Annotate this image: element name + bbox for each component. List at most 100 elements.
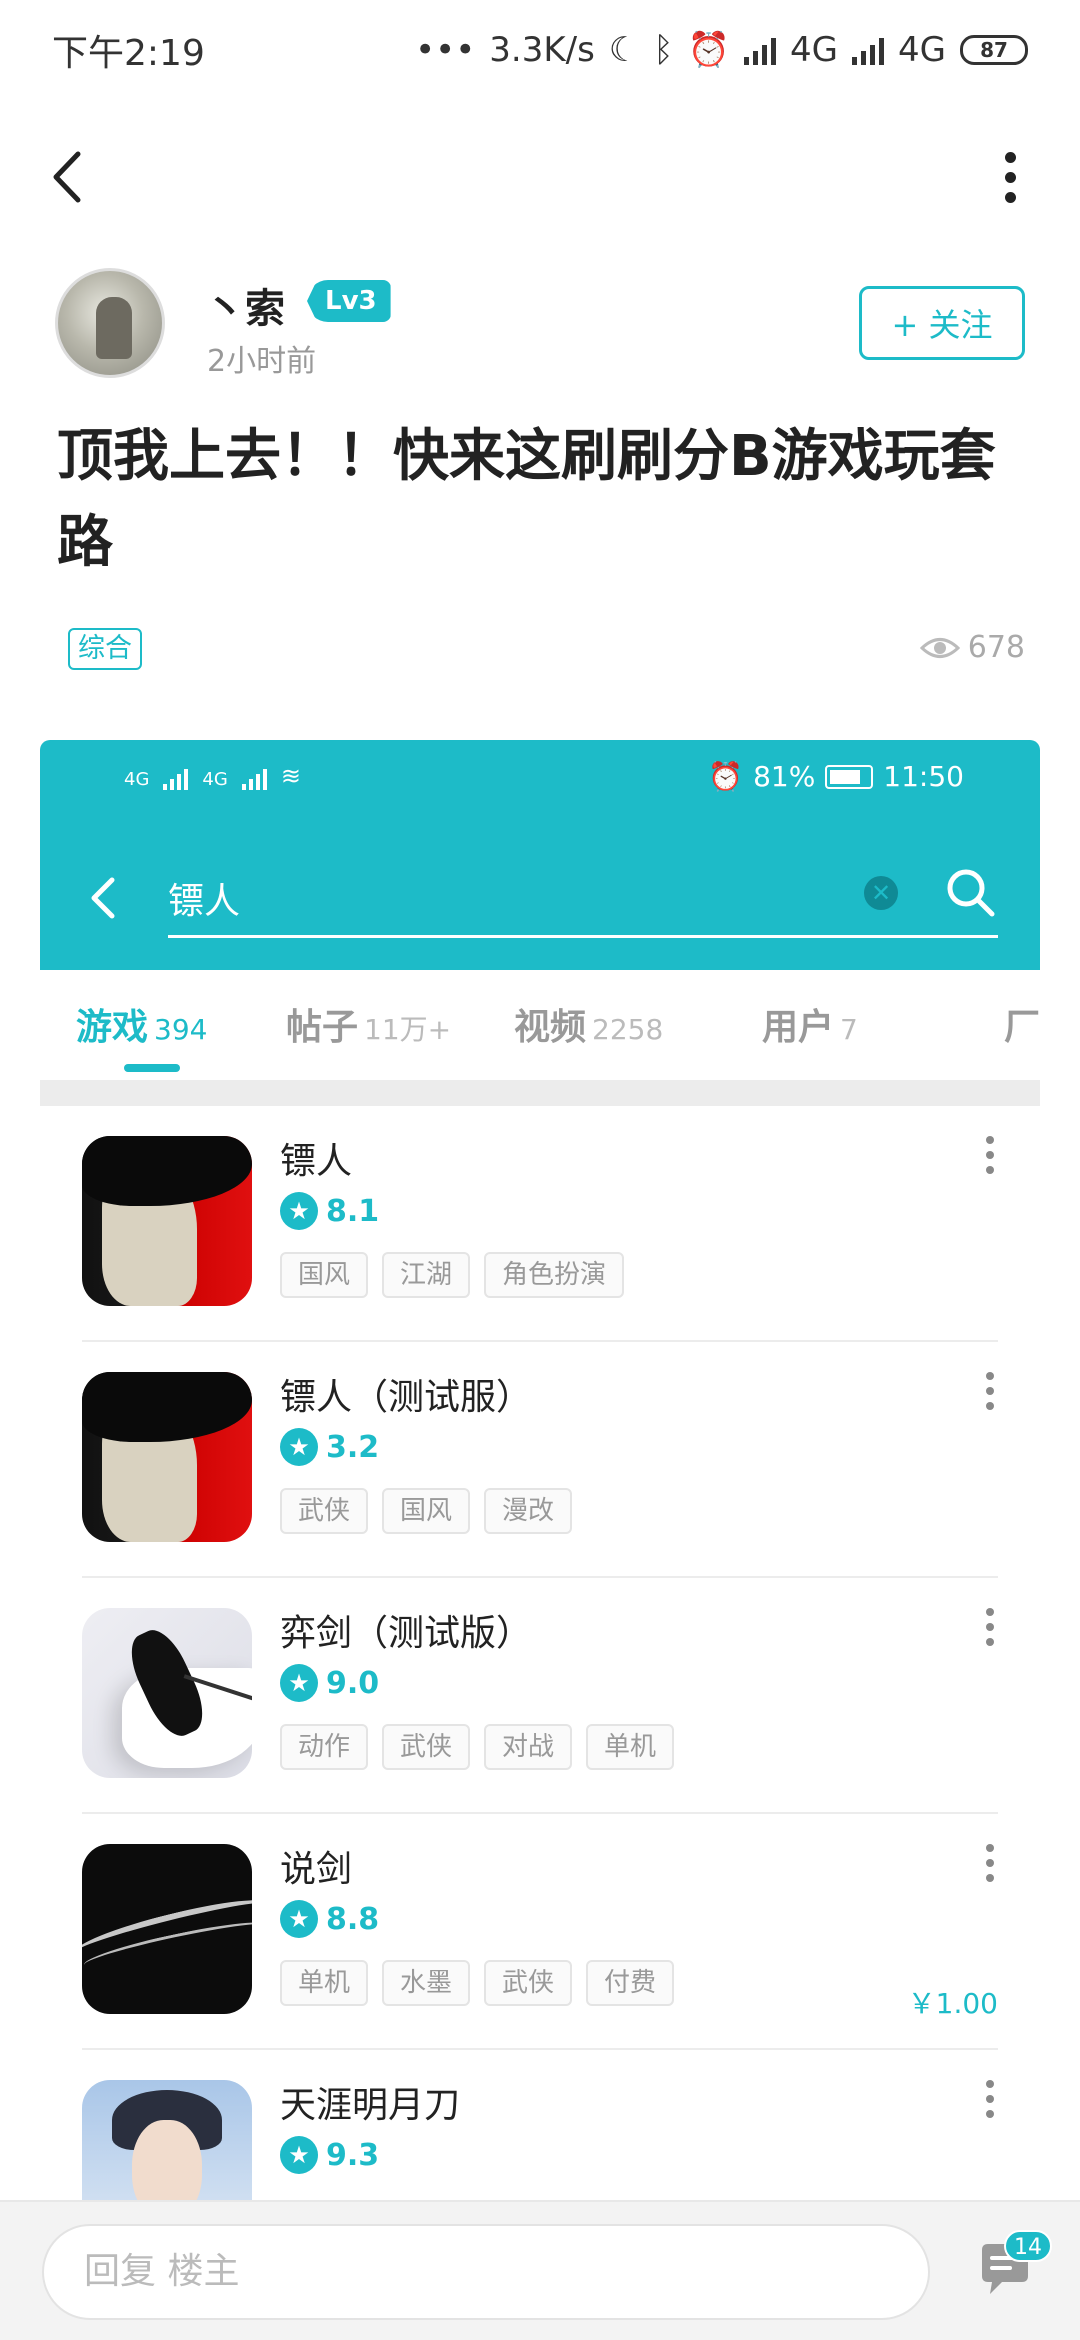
clear-icon: ✕ bbox=[864, 876, 898, 910]
row-more-icon bbox=[980, 1136, 1000, 1186]
screenshot-alarm-icon: ⏰ bbox=[708, 760, 744, 793]
game-icon-biaoren-test bbox=[82, 1372, 252, 1542]
tab-posts: 帖子 11万+ bbox=[286, 1007, 452, 1048]
tab-underline bbox=[124, 1064, 180, 1072]
screenshot-battery-level: 81% bbox=[753, 760, 816, 793]
post-time: 2小时前 bbox=[207, 344, 317, 379]
author-name[interactable]: 丶索 bbox=[205, 276, 285, 334]
alarm-icon: ⏰ bbox=[687, 30, 731, 70]
bluetooth-icon: ᛒ bbox=[653, 30, 674, 70]
game-icon-yijian bbox=[82, 1608, 252, 1778]
list-item: 天涯明月刀 ★ 9.3 bbox=[40, 2050, 1040, 2200]
post-title: 顶我上去！！快来这刷刷分B游戏玩套路 bbox=[57, 424, 996, 575]
game-tag: 武侠 bbox=[280, 1488, 369, 1534]
game-tags: 动作 武侠 对战 单机 bbox=[280, 1724, 675, 1770]
game-rating: ★ 9.0 bbox=[280, 1664, 379, 1702]
eye-icon bbox=[919, 637, 960, 658]
star-icon: ★ bbox=[280, 1900, 318, 1938]
tab-videos: 视频 2258 bbox=[514, 1007, 664, 1048]
game-rating: ★ 3.2 bbox=[280, 1428, 379, 1466]
game-name: 天涯明月刀 bbox=[280, 2085, 461, 2126]
star-icon: ★ bbox=[280, 2136, 318, 2174]
screenshot-battery-icon bbox=[825, 764, 874, 789]
game-price: ￥1.00 bbox=[907, 1987, 998, 2020]
view-count: 678 bbox=[919, 630, 1025, 665]
row-more-icon bbox=[980, 1608, 1000, 1658]
list-item: 弈剑（测试版） ★ 9.0 动作 武侠 对战 单机 bbox=[40, 1578, 1040, 1814]
game-tag: 水墨 bbox=[382, 1960, 471, 2006]
game-tag: 漫改 bbox=[484, 1488, 573, 1534]
net-speed: 3.3K/s bbox=[489, 30, 595, 70]
game-tags: 国风 江湖 角色扮演 bbox=[280, 1252, 625, 1298]
screenshot-status-right: ⏰ 81% 11:50 bbox=[708, 760, 964, 793]
game-tag: 国风 bbox=[382, 1488, 471, 1534]
back-arrow-icon bbox=[53, 151, 81, 203]
tab-vendors: 厂 bbox=[1004, 1007, 1040, 1048]
screenshot-signal: 4G 4G ≋ bbox=[124, 762, 301, 790]
star-icon: ★ bbox=[280, 1428, 318, 1466]
status-time: 下午2:19 bbox=[52, 33, 205, 74]
game-icon-biaoren bbox=[82, 1136, 252, 1306]
game-rating: ★ 8.8 bbox=[280, 1900, 379, 1938]
tab-users: 用户 7 bbox=[762, 1007, 858, 1048]
game-tags: 单机 水墨 武侠 付费 bbox=[280, 1960, 675, 2006]
game-name: 弈剑（测试版） bbox=[280, 1613, 533, 1654]
search-icon bbox=[947, 869, 995, 917]
post-image[interactable]: 4G 4G ≋ ⏰ 81% 11:50 镖人 ✕ 游戏394 帖子11万+ bbox=[40, 740, 1040, 2200]
star-icon: ★ bbox=[280, 1664, 318, 1702]
status-dots: ••• bbox=[415, 30, 476, 70]
game-rating: ★ 8.1 bbox=[280, 1192, 379, 1230]
view-count-value: 678 bbox=[967, 630, 1025, 665]
network-type-2: 4G bbox=[898, 30, 946, 70]
app-header bbox=[0, 120, 1080, 230]
game-name: 镖人（测试服） bbox=[280, 1377, 533, 1418]
screenshot-search-query: 镖人 bbox=[168, 881, 241, 922]
list-item: 镖人 ★ 8.1 国风 江湖 角色扮演 bbox=[40, 1106, 1040, 1342]
screenshot-search-field: 镖人 ✕ bbox=[168, 860, 998, 938]
game-tag: 对战 bbox=[484, 1724, 573, 1770]
screenshot-status-bar: 4G 4G ≋ ⏰ 81% 11:50 bbox=[40, 740, 1040, 820]
screenshot-header: 4G 4G ≋ ⏰ 81% 11:50 镖人 ✕ bbox=[40, 740, 1040, 970]
game-tag: 动作 bbox=[280, 1724, 369, 1770]
comment-count-badge: 14 bbox=[1004, 2230, 1052, 2262]
screenshot-back-icon bbox=[80, 868, 130, 928]
game-name: 镖人 bbox=[280, 1141, 353, 1182]
network-type-1: 4G bbox=[790, 30, 839, 70]
author-row: 丶索 Lv3 2小时前 + 关注 bbox=[55, 268, 1025, 379]
category-tag[interactable]: 综合 bbox=[68, 628, 142, 670]
list-item: 镖人（测试服） ★ 3.2 武侠 国风 漫改 bbox=[40, 1342, 1040, 1578]
screenshot-tabs: 游戏 394 帖子 11万+ 视频 2258 用户 7 厂 bbox=[40, 970, 1040, 1080]
game-tag: 武侠 bbox=[484, 1960, 573, 2006]
back-button[interactable] bbox=[40, 142, 100, 212]
game-tag: 单机 bbox=[586, 1724, 675, 1770]
game-tag: 江湖 bbox=[382, 1252, 471, 1298]
more-options-button[interactable] bbox=[980, 142, 1040, 212]
star-icon: ★ bbox=[280, 1192, 318, 1230]
game-icon-tianya bbox=[82, 2080, 252, 2200]
game-tag: 付费 bbox=[586, 1960, 675, 2006]
status-bar: 下午2:19 ••• 3.3K/s ☾ ᛒ ⏰ 4G 4G 87 bbox=[0, 0, 1080, 100]
reply-input[interactable]: 回复 楼主 bbox=[42, 2224, 930, 2320]
level-badge: Lv3 bbox=[307, 280, 391, 322]
game-tag: 角色扮演 bbox=[484, 1252, 625, 1298]
row-more-icon bbox=[980, 2080, 1000, 2130]
reply-bar: 回复 楼主 14 bbox=[0, 2200, 1080, 2340]
signal-icon bbox=[744, 35, 777, 65]
row-more-icon bbox=[980, 1372, 1000, 1422]
game-tag: 国风 bbox=[280, 1252, 369, 1298]
signal-icon-2 bbox=[852, 35, 885, 65]
list-item: 说剑 ★ 8.8 单机 水墨 武侠 付费 ￥1.00 bbox=[40, 1814, 1040, 2050]
game-rating: ★ 9.3 bbox=[280, 2136, 379, 2174]
tab-games: 游戏 394 bbox=[76, 1007, 208, 1048]
battery-icon: 87 bbox=[960, 35, 1028, 65]
game-tag: 单机 bbox=[280, 1960, 369, 2006]
game-tag: 武侠 bbox=[382, 1724, 471, 1770]
status-indicators: ••• 3.3K/s ☾ ᛒ ⏰ 4G 4G 87 bbox=[415, 30, 1028, 70]
section-gap bbox=[40, 1080, 1040, 1106]
game-name: 说剑 bbox=[280, 1849, 353, 1890]
row-more-icon bbox=[980, 1844, 1000, 1894]
follow-button[interactable]: + 关注 bbox=[859, 286, 1025, 360]
screenshot-time: 11:50 bbox=[883, 760, 964, 793]
game-tags: 武侠 国风 漫改 bbox=[280, 1488, 573, 1534]
avatar[interactable] bbox=[55, 268, 165, 378]
